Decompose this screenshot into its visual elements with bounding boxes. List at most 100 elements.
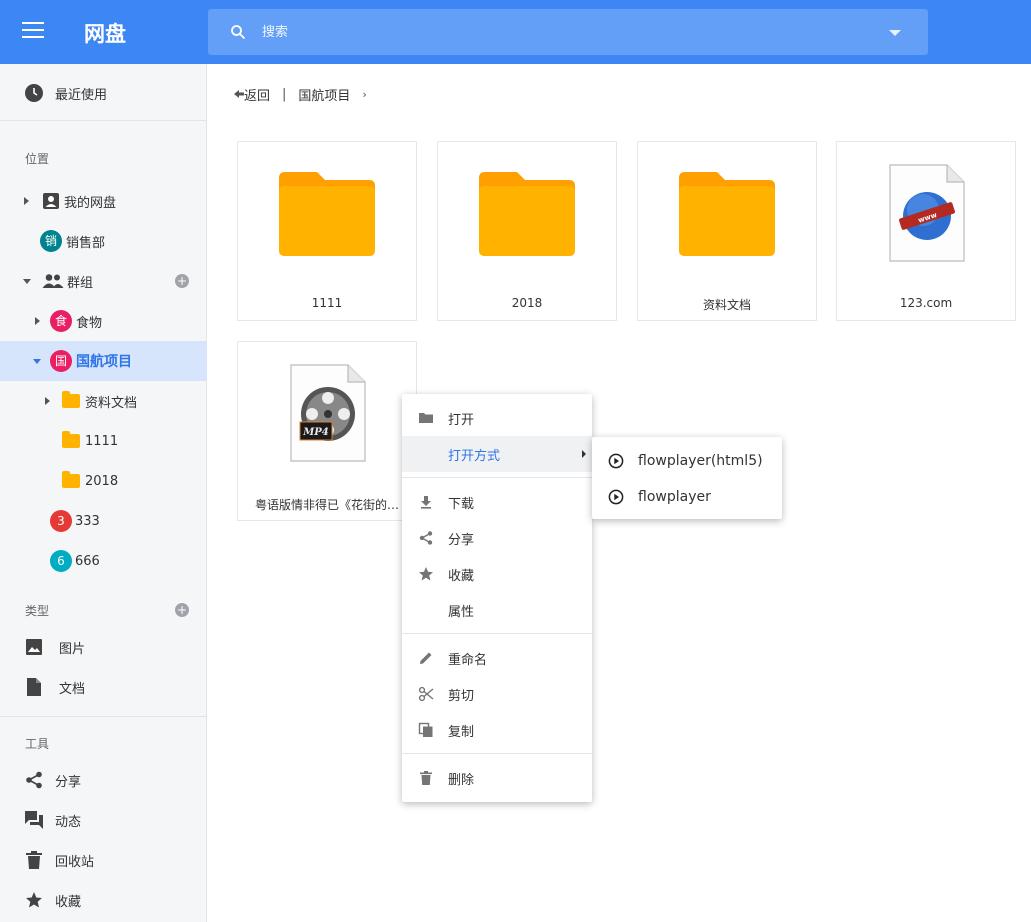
- expand-arrow-icon[interactable]: [35, 317, 40, 325]
- account-box-icon: [43, 193, 59, 209]
- menu-item-label: 打开: [448, 412, 475, 428]
- menu-item-open-with[interactable]: 打开方式: [402, 436, 592, 472]
- web-file-icon: www: [889, 164, 965, 262]
- breadcrumb-chevron-icon[interactable]: ›: [362, 88, 366, 101]
- hamburger-menu-icon[interactable]: [22, 22, 44, 42]
- mp4-file-icon: MP4: [290, 364, 366, 462]
- sidebar-item-label: 我的网盘: [64, 195, 117, 211]
- sidebar-item-groups[interactable]: 群组 +: [0, 261, 207, 301]
- sidebar-item-documents[interactable]: 文档: [0, 667, 207, 707]
- sidebar-divider: [0, 716, 207, 717]
- search-options-dropdown-icon[interactable]: [889, 30, 901, 36]
- back-label: 返回: [244, 88, 271, 104]
- file-tile[interactable]: 资料文档: [637, 141, 817, 321]
- star-icon: [419, 567, 433, 581]
- folder-icon: [62, 431, 80, 448]
- sidebar-item-label: 国航项目: [76, 354, 132, 370]
- pencil-icon: [420, 652, 432, 664]
- top-app-bar: 网盘: [0, 0, 1031, 64]
- menu-item-share[interactable]: 分享: [402, 520, 592, 556]
- sidebar-item-label: 食物: [76, 315, 103, 331]
- sidebar-item-group-333[interactable]: 3 333: [0, 501, 207, 541]
- file-tile[interactable]: www 123.com: [836, 141, 1016, 321]
- sidebar-item-label: 2018: [85, 473, 119, 489]
- folder-open-icon: [419, 413, 433, 423]
- menu-item-favorite[interactable]: 收藏: [402, 556, 592, 592]
- sidebar-item-favorites[interactable]: 收藏: [0, 880, 207, 920]
- image-icon: [26, 639, 42, 655]
- sidebar-item-images[interactable]: 图片: [0, 627, 207, 667]
- sidebar-item-activity[interactable]: 动态: [0, 800, 207, 840]
- sidebar-item-my-disk[interactable]: 我的网盘: [0, 181, 207, 221]
- menu-item-label: 属性: [448, 604, 475, 620]
- sales-avatar: 销: [40, 230, 62, 252]
- menu-item-open[interactable]: 打开: [402, 400, 592, 436]
- document-icon: [27, 678, 41, 696]
- submenu-item-flowplayer-html5[interactable]: flowplayer(html5): [592, 443, 782, 479]
- expand-arrow-icon[interactable]: [45, 397, 50, 405]
- sidebar-item-label: 文档: [59, 681, 86, 697]
- folder-icon: [279, 172, 375, 256]
- expand-arrow-icon[interactable]: [24, 197, 29, 205]
- share-icon: [26, 771, 42, 789]
- sidebar-item-label: 666: [75, 553, 100, 569]
- add-type-icon[interactable]: +: [175, 603, 189, 617]
- submenu-arrow-icon: [582, 450, 586, 458]
- sidebar-item-label: 动态: [55, 814, 82, 830]
- file-name: 123.com: [899, 296, 953, 310]
- sidebar-item-folder-1111[interactable]: 1111: [0, 421, 207, 461]
- sidebar-item-sales[interactable]: 销 销售部: [0, 221, 207, 261]
- menu-item-label: 重命名: [448, 652, 488, 668]
- file-tile[interactable]: 2018: [437, 141, 617, 321]
- sidebar-item-label: 333: [75, 513, 100, 529]
- clock-icon: [25, 84, 43, 102]
- sidebar-item-label: 最近使用: [55, 87, 108, 103]
- menu-divider: [402, 477, 592, 478]
- sidebar-section-location: 位置: [25, 152, 50, 166]
- menu-item-cut[interactable]: 剪切: [402, 676, 592, 712]
- submenu-item-label: flowplayer: [638, 489, 711, 505]
- group-333-avatar: 3: [50, 510, 72, 532]
- menu-item-copy[interactable]: 复制: [402, 712, 592, 748]
- scissors-icon: [418, 686, 434, 702]
- sidebar-item-group-666[interactable]: 6 666: [0, 541, 207, 581]
- group-666-avatar: 6: [50, 550, 72, 572]
- breadcrumb-current[interactable]: 国航项目: [298, 85, 350, 104]
- sidebar-item-label: 1111: [85, 433, 119, 449]
- file-name: 资料文档: [702, 298, 751, 312]
- collapse-arrow-icon[interactable]: [23, 278, 31, 284]
- menu-item-label: 复制: [448, 724, 475, 740]
- forum-icon: [25, 811, 43, 829]
- app-title: 网盘: [84, 22, 126, 46]
- sidebar-item-folder-docs[interactable]: 资料文档: [0, 381, 207, 421]
- menu-item-delete[interactable]: 删除: [402, 760, 592, 796]
- people-icon: [42, 274, 64, 288]
- sidebar-item-share[interactable]: 分享: [0, 760, 207, 800]
- search-input[interactable]: [262, 20, 862, 44]
- play-circle-icon: [608, 489, 624, 505]
- menu-item-label: 收藏: [448, 568, 475, 584]
- file-name: 2018: [511, 296, 543, 310]
- sidebar-item-folder-2018[interactable]: 2018: [0, 461, 207, 501]
- share-icon: [419, 531, 433, 545]
- file-name: 粤语版情非得已《花街的…: [254, 498, 399, 512]
- sidebar-item-project[interactable]: 国 国航项目: [0, 341, 207, 381]
- file-tile[interactable]: MP4 粤语版情非得已《花街的…: [237, 341, 417, 521]
- sidebar-item-recent[interactable]: 最近使用: [0, 73, 207, 113]
- sidebar-item-recycle-bin[interactable]: 回收站: [0, 840, 207, 880]
- submenu-item-label: flowplayer(html5): [638, 453, 763, 469]
- menu-item-label: 删除: [448, 772, 475, 788]
- file-tile[interactable]: 1111: [237, 141, 417, 321]
- menu-item-download[interactable]: 下载: [402, 484, 592, 520]
- sidebar-item-food[interactable]: 食 食物: [0, 301, 207, 341]
- sidebar-item-label: 分享: [55, 774, 82, 790]
- add-group-icon[interactable]: +: [175, 274, 189, 288]
- back-link[interactable]: 返回: [234, 85, 270, 104]
- menu-item-rename[interactable]: 重命名: [402, 640, 592, 676]
- menu-item-properties[interactable]: 属性: [402, 592, 592, 628]
- trash-icon: [420, 771, 432, 785]
- sidebar-item-label: 销售部: [66, 235, 106, 251]
- search-bar[interactable]: [208, 9, 928, 55]
- collapse-arrow-icon[interactable]: [33, 358, 41, 364]
- submenu-item-flowplayer[interactable]: flowplayer: [592, 479, 782, 515]
